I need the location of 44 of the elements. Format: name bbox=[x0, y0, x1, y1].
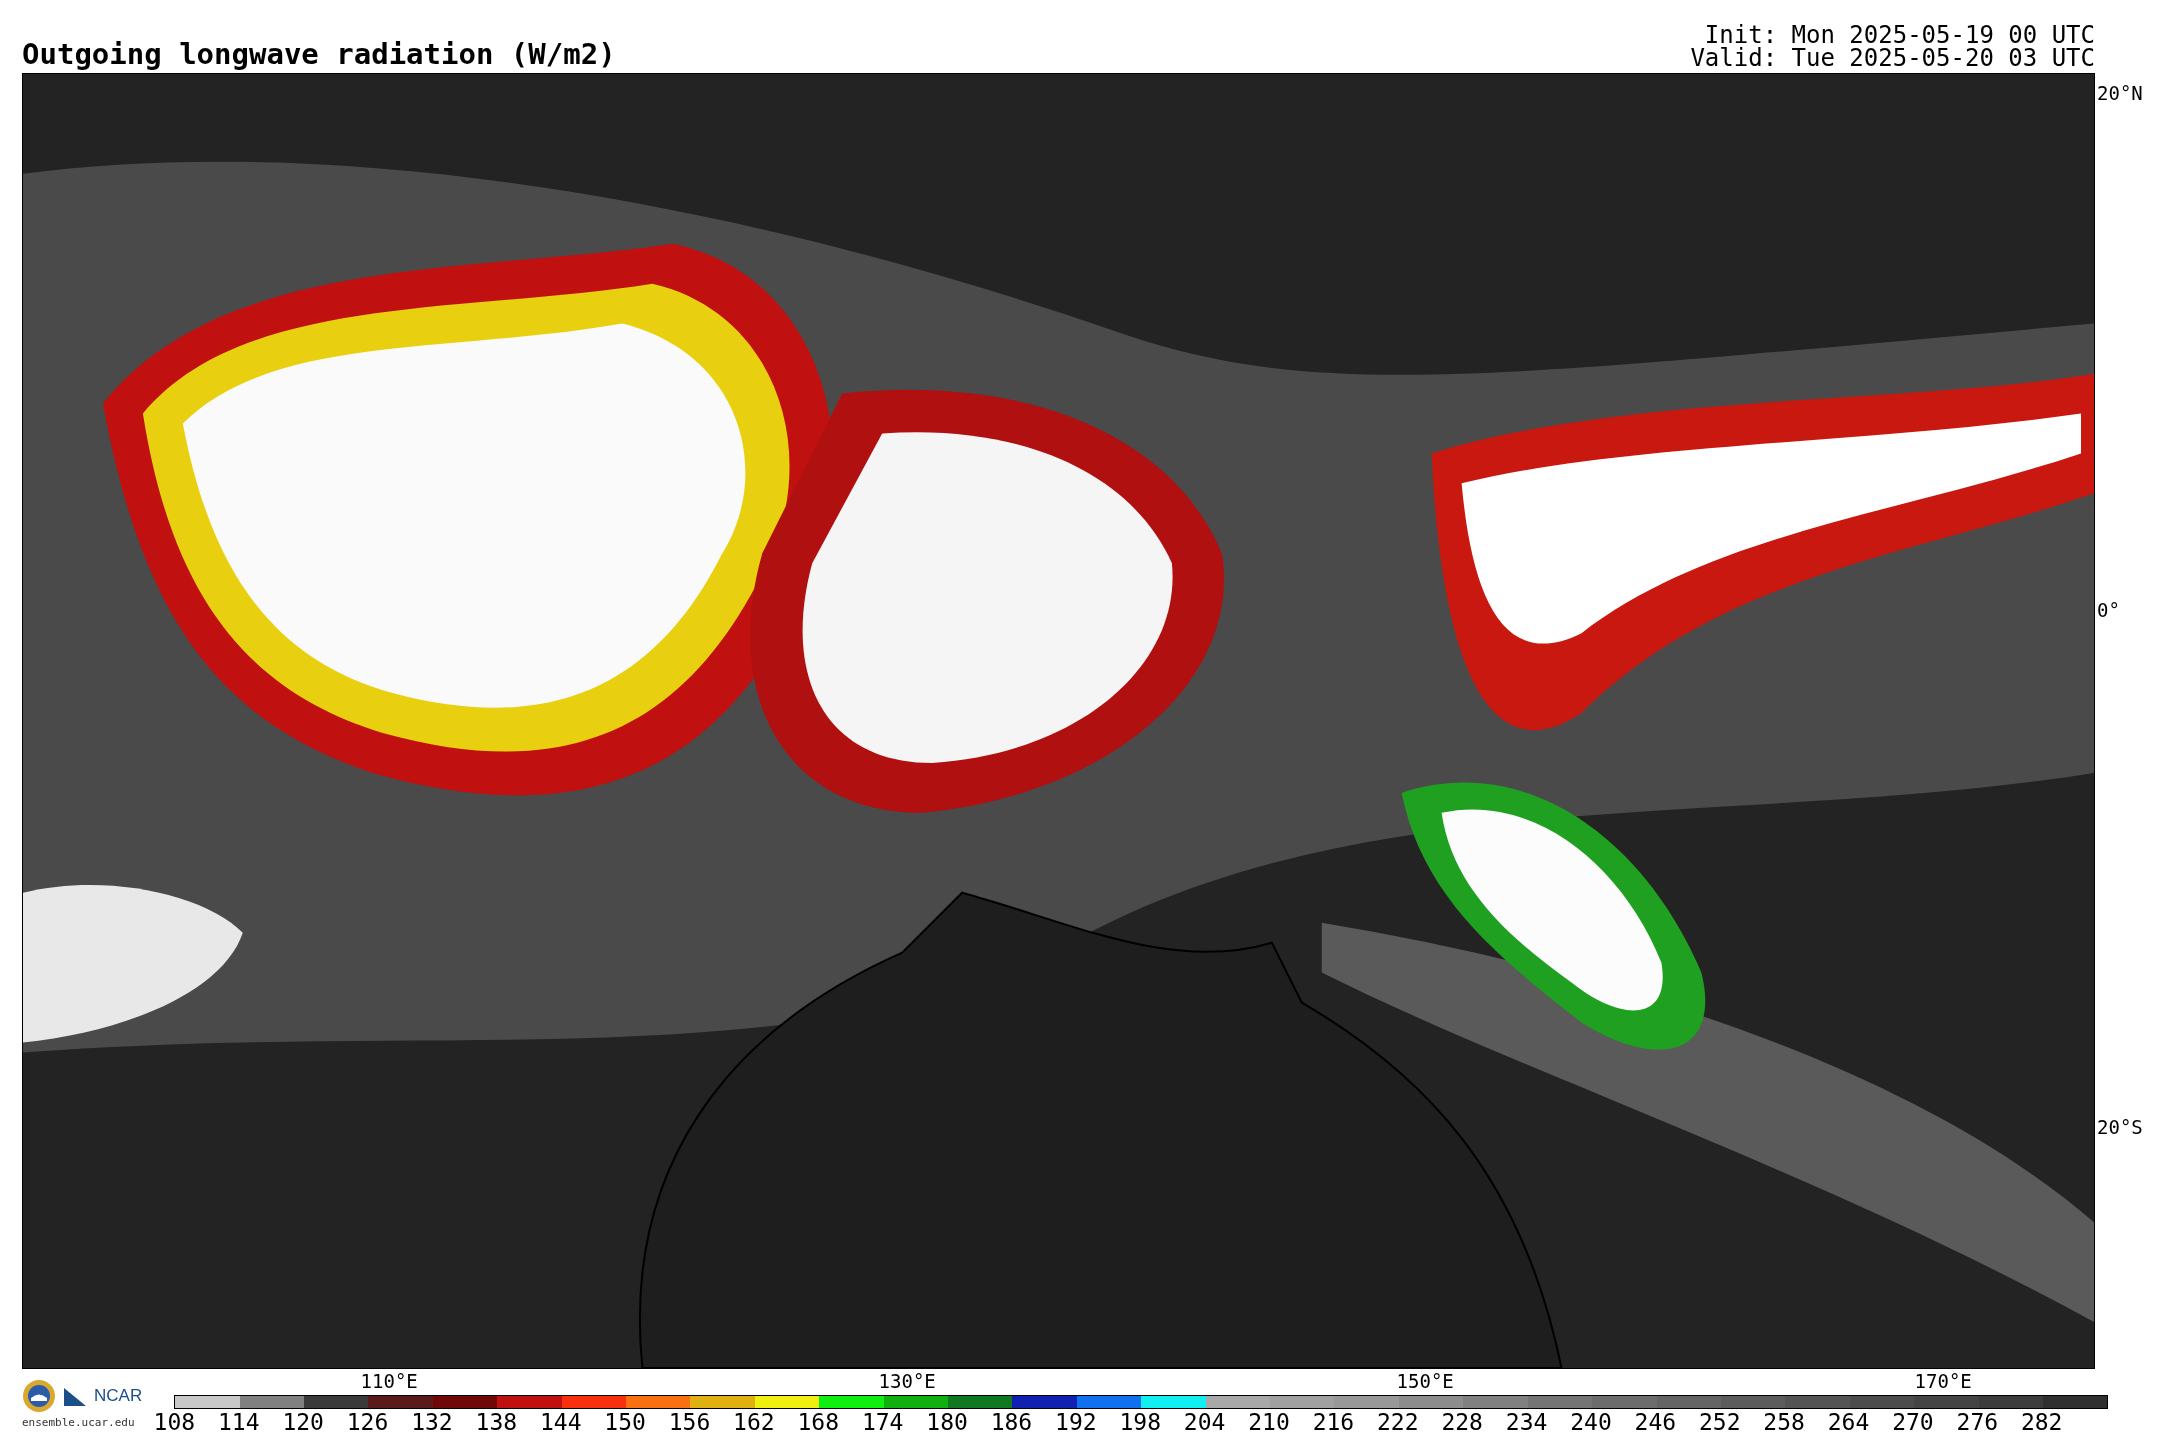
latitude-label: 20°N bbox=[2097, 83, 2143, 103]
scale-value: 114 bbox=[218, 1409, 260, 1433]
scale-value: 264 bbox=[1827, 1409, 1870, 1433]
longitude-label: 170°E bbox=[1914, 1370, 1972, 1392]
scale-value: 168 bbox=[797, 1409, 840, 1433]
scale-value: 252 bbox=[1698, 1409, 1741, 1433]
longitude-label: 150°E bbox=[1396, 1370, 1454, 1392]
site-address: ensemble.ucar.edu bbox=[22, 1417, 136, 1429]
valid-time: Valid: Tue 2025-05-20 03 UTC bbox=[1690, 47, 2095, 70]
scale-value: 282 bbox=[2020, 1409, 2063, 1433]
latitude-label: 0° bbox=[2097, 600, 2120, 620]
scale-value: 270 bbox=[1892, 1409, 1934, 1433]
scale-value: 240 bbox=[1570, 1409, 1612, 1433]
scale-value: 150 bbox=[604, 1409, 646, 1433]
scale-value: 198 bbox=[1119, 1409, 1161, 1433]
scale-value: 108 bbox=[153, 1409, 196, 1433]
longitude-label: 110°E bbox=[360, 1370, 418, 1392]
seal-icon bbox=[22, 1379, 56, 1413]
org-name: NCAR bbox=[94, 1387, 143, 1405]
scale-value: 186 bbox=[990, 1409, 1033, 1433]
longitude-label: 130°E bbox=[878, 1370, 936, 1392]
scale-value: 138 bbox=[475, 1409, 518, 1433]
scale-value: 204 bbox=[1183, 1409, 1226, 1433]
scale-value: 234 bbox=[1505, 1409, 1548, 1433]
scale-value: 192 bbox=[1055, 1409, 1097, 1433]
scale-value: 126 bbox=[346, 1409, 389, 1433]
scale-value: 276 bbox=[1956, 1409, 1999, 1433]
scale-value: 216 bbox=[1312, 1409, 1355, 1433]
scale-value: 210 bbox=[1248, 1409, 1290, 1433]
scale-value: 246 bbox=[1634, 1409, 1677, 1433]
chart-title: Outgoing longwave radiation (W/m2) bbox=[22, 38, 616, 70]
scale-value: 222 bbox=[1377, 1409, 1419, 1433]
scale-value: 120 bbox=[282, 1409, 324, 1433]
scale-value: 144 bbox=[539, 1409, 582, 1433]
triangle-icon bbox=[64, 1386, 86, 1406]
scale-value: 180 bbox=[926, 1409, 968, 1433]
init-time: Init: Mon 2025-05-19 00 UTC bbox=[1704, 24, 2095, 47]
scale-value: 162 bbox=[733, 1409, 775, 1433]
scale-value: 174 bbox=[861, 1409, 904, 1433]
latitude-label: 20°S bbox=[2097, 1117, 2143, 1137]
scale-value: 132 bbox=[411, 1409, 453, 1433]
scale-value: 228 bbox=[1441, 1409, 1483, 1433]
scale-value: 258 bbox=[1763, 1409, 1805, 1433]
scale-value: 156 bbox=[668, 1409, 711, 1433]
